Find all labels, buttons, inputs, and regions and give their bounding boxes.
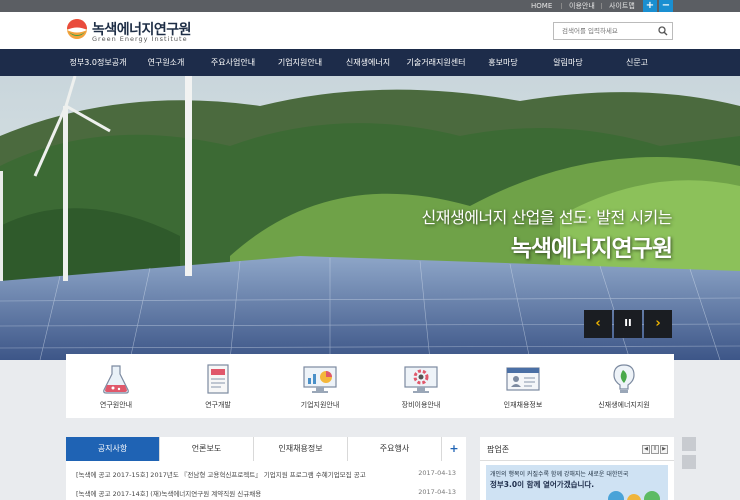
utility-bar: HOME 이용안내 사이트맵 + − [0, 0, 740, 12]
nav-item-company-support[interactable]: 기업지원안내 [278, 49, 322, 76]
quick-label: 신재생에너지지원 [598, 401, 650, 409]
popup-next-icon[interactable]: ▶ [660, 445, 668, 454]
equipment-gear-icon [404, 366, 438, 393]
institute-logo-icon[interactable] [66, 18, 88, 40]
hero-tagline: 신재생에너지 산업을 선도· 발전 시키는 [421, 208, 673, 227]
id-card-icon [506, 367, 540, 391]
tab-press[interactable]: 언론보도 [160, 437, 254, 461]
utility-divider [601, 3, 602, 9]
popup-title: 팝업존 [487, 445, 510, 454]
quick-label: 인재채용정보 [503, 401, 543, 409]
post-title[interactable]: [녹색에 공고 2017-15호] 2017년도 『전남형 고용혁신프로젝트』 … [76, 469, 421, 479]
nav-item-tech-transfer[interactable]: 기술거래지원센터 [407, 49, 466, 76]
quick-label: 장비이용안내 [401, 401, 441, 409]
nav-item-renewable[interactable]: 신재생에너지 [346, 49, 390, 76]
quick-item-rnd[interactable]: 연구개발 [168, 354, 268, 418]
quick-menu: 연구원안내 연구개발 기업지원안내 장비이용안내 인재채용정보 신재생에너지지원 [66, 354, 674, 418]
notice-board: 공지사항 언론보도 인재채용정보 주요행사 + [녹색에 공고 2017-15호… [66, 437, 466, 500]
quick-item-recruit[interactable]: 인재채용정보 [473, 354, 573, 418]
popup-banner[interactable]: 개인의 행복이 커질수록 함께 강해지는 새로운 대한민국 정부3.0이 함께 … [486, 465, 668, 500]
nav-item-business[interactable]: 주요사업안내 [211, 49, 255, 76]
popup-pause-icon[interactable]: II [651, 445, 659, 454]
popup-zone: 팝업존 ◀ II ▶ 개인의 행복이 커질수록 함께 강해지는 새로운 대한민국… [480, 437, 674, 500]
search-input[interactable] [554, 23, 654, 39]
quick-item-company-support[interactable]: 기업지원안내 [270, 354, 370, 418]
zoom-in-button[interactable]: + [643, 0, 657, 12]
quick-item-institute[interactable]: 연구원안내 [66, 354, 166, 418]
board-more-button[interactable]: + [442, 437, 466, 461]
post-title[interactable]: [녹색에 공고 2017-14호] (재)녹색에너지연구원 계약직원 신규채용 [76, 488, 421, 498]
popup-banner-headline: 정부3.0이 함께 열어가겠습니다. [490, 480, 595, 489]
post-date: 2017-04-13 [418, 488, 456, 496]
slider-pause-button[interactable]: II [614, 310, 642, 338]
quick-item-renewable[interactable]: 신재생에너지지원 [574, 354, 674, 418]
nav-item-petition[interactable]: 신문고 [626, 49, 648, 76]
search-box [553, 22, 673, 40]
board-tabs: 공지사항 언론보도 인재채용정보 주요행사 + [66, 437, 466, 461]
document-icon [207, 364, 229, 394]
bulb-leaf-icon [613, 364, 635, 393]
nav-item-pr[interactable]: 홍보마당 [488, 49, 517, 76]
hero-title: 녹색에너지연구원 [510, 236, 673, 262]
zoom-out-button[interactable]: − [659, 0, 673, 12]
slider-next-button[interactable]: › [644, 310, 672, 338]
nav-item-gov30[interactable]: 정부3.0정보공개 [70, 49, 127, 76]
gear-illustration-icon [608, 491, 660, 500]
utility-divider [561, 3, 562, 9]
popup-prev-icon[interactable]: ◀ [642, 445, 650, 454]
popup-header: 팝업존 ◀ II ▶ [480, 437, 674, 461]
post-date: 2017-04-13 [418, 469, 456, 477]
flask-icon [103, 365, 129, 394]
sitemap-link[interactable]: 사이트맵 [609, 0, 635, 12]
site-header: 녹색에너지연구원 Green Energy Institute [0, 12, 740, 49]
tab-recruit[interactable]: 인재채용정보 [254, 437, 348, 461]
home-link[interactable]: HOME [531, 0, 552, 12]
search-icon[interactable] [658, 26, 668, 36]
quick-item-equipment[interactable]: 장비이용안내 [371, 354, 471, 418]
monitor-chart-icon [303, 366, 337, 393]
list-item[interactable]: [녹색에 공고 2017-15호] 2017년도 『전남형 고용혁신프로젝트』 … [76, 469, 456, 483]
guide-link[interactable]: 이용안내 [569, 0, 595, 12]
side-scroll-button[interactable] [682, 455, 696, 469]
hero-banner: 신재생에너지 산업을 선도· 발전 시키는 녹색에너지연구원 ‹ II › [0, 76, 740, 360]
tab-notice[interactable]: 공지사항 [66, 437, 160, 461]
quick-label: 연구원안내 [99, 401, 133, 409]
slider-prev-button[interactable]: ‹ [584, 310, 612, 338]
nav-item-about[interactable]: 연구원소개 [148, 49, 185, 76]
nav-item-notice[interactable]: 알림마당 [553, 49, 582, 76]
quick-label: 연구개발 [205, 401, 231, 409]
main-nav: 정부3.0정보공개 연구원소개 주요사업안내 기업지원안내 신재생에너지 기술거… [0, 49, 740, 76]
quick-label: 기업지원안내 [300, 401, 340, 409]
list-item[interactable]: [녹색에 공고 2017-14호] (재)녹색에너지연구원 계약직원 신규채용 … [76, 488, 456, 500]
tab-events[interactable]: 주요행사 [348, 437, 442, 461]
site-subtitle: Green Energy Institute [92, 35, 188, 43]
side-scroll-button[interactable] [682, 437, 696, 451]
popup-banner-text: 개인의 행복이 커질수록 함께 강해지는 새로운 대한민국 [490, 471, 629, 478]
